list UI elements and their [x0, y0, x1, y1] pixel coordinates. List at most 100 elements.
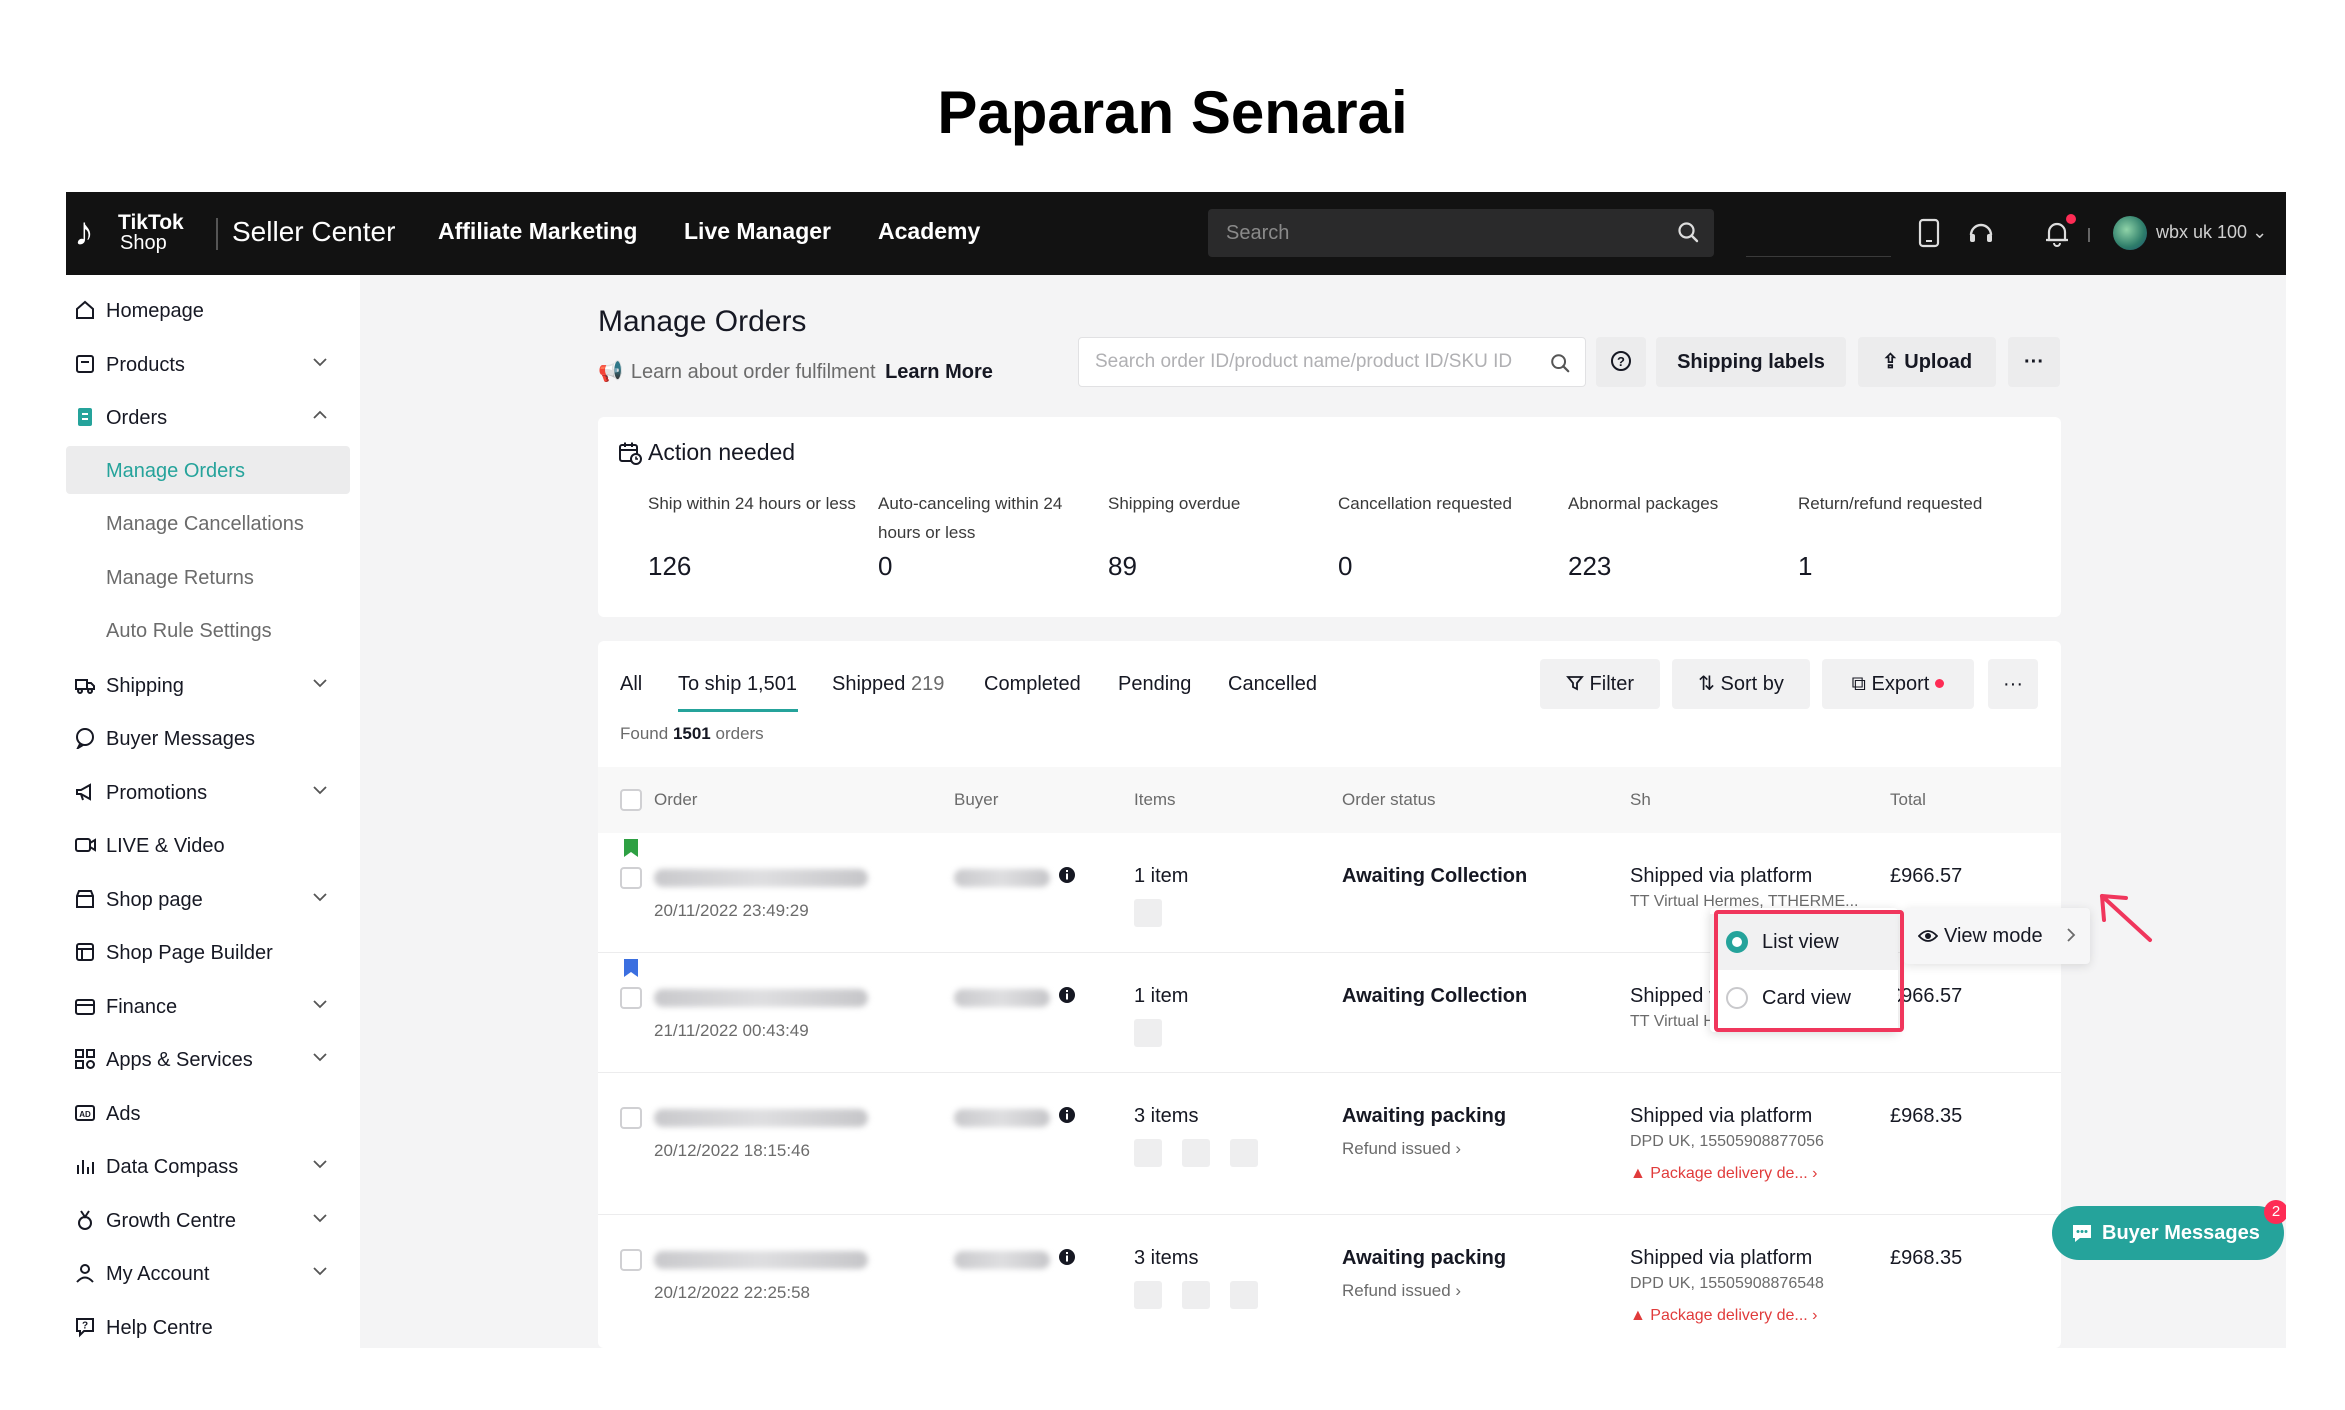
tiktok-shop-logo[interactable]: ♪ TikTok Shop [74, 210, 194, 258]
sidebar-item-buyer-messages[interactable]: Buyer Messages [66, 713, 360, 763]
sidebar-item-my-account[interactable]: My Account [66, 1248, 360, 1298]
sidebar-subitem-manage-returns[interactable]: Manage Returns [66, 553, 350, 601]
product-thumbnail[interactable] [1230, 1139, 1258, 1167]
action-metric[interactable]: Cancellation requested 0 [1338, 489, 1548, 581]
sidebar-item-shop-page-builder[interactable]: Shop Page Builder [66, 927, 360, 977]
refund-issued-link[interactable]: Refund issued › [1342, 1281, 1461, 1301]
table-row[interactable]: 20/12/2022 22:25:58 3 items Awaiting packi… [598, 1215, 2061, 1348]
sidebar-item-help-centre[interactable]: ? Help Centre [66, 1302, 360, 1349]
sort-by-button[interactable]: ⇅ Sort by [1672, 659, 1810, 709]
account-menu[interactable]: wbx uk 100 ⌄ [2156, 222, 2267, 243]
order-id-redacted[interactable] [654, 989, 868, 1007]
tab-completed[interactable]: Completed [984, 673, 1081, 696]
items-count[interactable]: 1 item [1134, 865, 1188, 888]
product-thumbnail[interactable] [1134, 1139, 1162, 1167]
sidebar-subitem-manage-cancellations[interactable]: Manage Cancellations [66, 499, 350, 547]
buyer-name-redacted[interactable] [954, 1109, 1050, 1127]
export-button[interactable]: ⧉ Export [1822, 659, 1974, 709]
order-id-redacted[interactable] [654, 1109, 868, 1127]
refund-issued-link[interactable]: Refund issued › [1342, 1139, 1461, 1159]
sidebar-item-products[interactable]: Products [66, 339, 360, 389]
sidebar-item-orders[interactable]: Orders [66, 392, 360, 442]
product-thumbnail[interactable] [1134, 1019, 1162, 1047]
sidebar-item-shop-page[interactable]: Shop page [66, 874, 360, 924]
chevron-down-icon[interactable] [312, 784, 328, 796]
product-thumbnail[interactable] [1182, 1139, 1210, 1167]
sidebar-item-data-compass[interactable]: Data Compass [66, 1141, 360, 1191]
action-metric[interactable]: Return/refund requested 1 [1798, 489, 2008, 581]
chevron-up-icon[interactable] [312, 409, 328, 421]
buyer-name-redacted[interactable] [954, 989, 1050, 1007]
tab-to-ship[interactable]: To ship 1,501 [678, 673, 797, 696]
action-metric[interactable]: Ship within 24 hours or less 126 [648, 489, 858, 581]
package-delivery-warning[interactable]: ▲ Package delivery de... › [1630, 1307, 1818, 1325]
sidebar-subitem-auto-rule-settings[interactable]: Auto Rule Settings [66, 606, 350, 654]
row-checkbox[interactable] [620, 1249, 642, 1271]
help-button[interactable]: ? [1596, 337, 1646, 387]
more-actions-button[interactable]: ··· [2008, 337, 2060, 387]
action-metric[interactable]: Shipping overdue 89 [1108, 489, 1318, 581]
package-delivery-warning[interactable]: ▲ Package delivery de... › [1630, 1165, 1818, 1183]
mobile-icon[interactable] [1918, 218, 1940, 253]
tab-all[interactable]: All [620, 673, 642, 696]
sidebar-item-promotions[interactable]: Promotions [66, 767, 360, 817]
tab-pending[interactable]: Pending [1118, 673, 1191, 696]
chevron-down-icon[interactable] [312, 1212, 328, 1224]
buyer-name-redacted[interactable] [954, 869, 1050, 887]
search-icon[interactable] [1549, 352, 1571, 379]
sidebar-item-shipping[interactable]: Shipping [66, 660, 360, 710]
chevron-down-icon[interactable] [312, 1265, 328, 1277]
buyer-messages-floating-button[interactable]: Buyer Messages [2052, 1206, 2284, 1260]
sidebar-item-apps-and-services[interactable]: Apps & Services [66, 1034, 360, 1084]
tab-shipped[interactable]: Shipped 219 [832, 673, 944, 696]
sidebar-item-live-and-video[interactable]: LIVE & Video [66, 820, 360, 870]
filter-button[interactable]: Filter [1540, 659, 1660, 709]
product-thumbnail[interactable] [1134, 899, 1162, 927]
info-icon[interactable] [1058, 1106, 1076, 1129]
upload-button[interactable]: ⇪ Upload [1858, 337, 1996, 387]
chevron-down-icon[interactable] [312, 356, 328, 368]
action-metric[interactable]: Abnormal packages 223 [1568, 489, 1778, 581]
chevron-down-icon[interactable] [312, 998, 328, 1010]
avatar[interactable] [2113, 216, 2147, 250]
product-thumbnail[interactable] [1230, 1281, 1258, 1309]
row-checkbox[interactable] [620, 1107, 642, 1129]
headset-icon[interactable] [1966, 218, 1996, 253]
shipping-labels-button[interactable]: Shipping labels [1656, 337, 1846, 387]
nav-live-manager[interactable]: Live Manager [684, 218, 831, 245]
chevron-down-icon[interactable] [312, 1158, 328, 1170]
brand-title[interactable]: Seller Center [232, 216, 395, 248]
product-thumbnail[interactable] [1182, 1281, 1210, 1309]
row-checkbox[interactable] [620, 867, 642, 889]
nav-affiliate-marketing[interactable]: Affiliate Marketing [438, 218, 637, 245]
learn-more-link[interactable]: Learn More [885, 361, 993, 383]
product-thumbnail[interactable] [1134, 1281, 1162, 1309]
info-icon[interactable] [1058, 866, 1076, 889]
action-metric[interactable]: Auto-canceling within 24 hours or less 0 [878, 489, 1088, 581]
sidebar-item-growth-centre[interactable]: Growth Centre [66, 1195, 360, 1245]
global-search-input[interactable] [1208, 209, 1648, 257]
info-icon[interactable] [1058, 1248, 1076, 1271]
items-count[interactable]: 3 items [1134, 1105, 1198, 1128]
bookmark-flag-icon[interactable] [624, 839, 638, 857]
chevron-down-icon[interactable] [312, 677, 328, 689]
info-icon[interactable] [1058, 986, 1076, 1009]
buyer-name-redacted[interactable] [954, 1251, 1050, 1269]
items-count[interactable]: 1 item [1134, 985, 1188, 1008]
select-all-checkbox[interactable] [620, 789, 642, 811]
view-mode-submenu[interactable]: View mode [1904, 908, 2090, 964]
chevron-down-icon[interactable] [312, 891, 328, 903]
chevron-down-icon[interactable] [312, 1051, 328, 1063]
nav-academy[interactable]: Academy [878, 218, 980, 245]
search-icon[interactable] [1676, 220, 1700, 249]
table-row[interactable]: 20/12/2022 18:15:46 3 items Awaiting packi… [598, 1073, 2061, 1215]
sidebar-item-ads[interactable]: AD Ads [66, 1088, 360, 1138]
view-options-button[interactable]: ··· [1988, 659, 2038, 709]
tab-cancelled[interactable]: Cancelled [1228, 673, 1317, 696]
order-id-redacted[interactable] [654, 869, 868, 887]
order-search-input[interactable] [1079, 338, 1539, 386]
row-checkbox[interactable] [620, 987, 642, 1009]
order-id-redacted[interactable] [654, 1251, 868, 1269]
sidebar-item-homepage[interactable]: Homepage [66, 285, 360, 335]
sidebar-subitem-manage-orders[interactable]: Manage Orders [66, 445, 350, 494]
